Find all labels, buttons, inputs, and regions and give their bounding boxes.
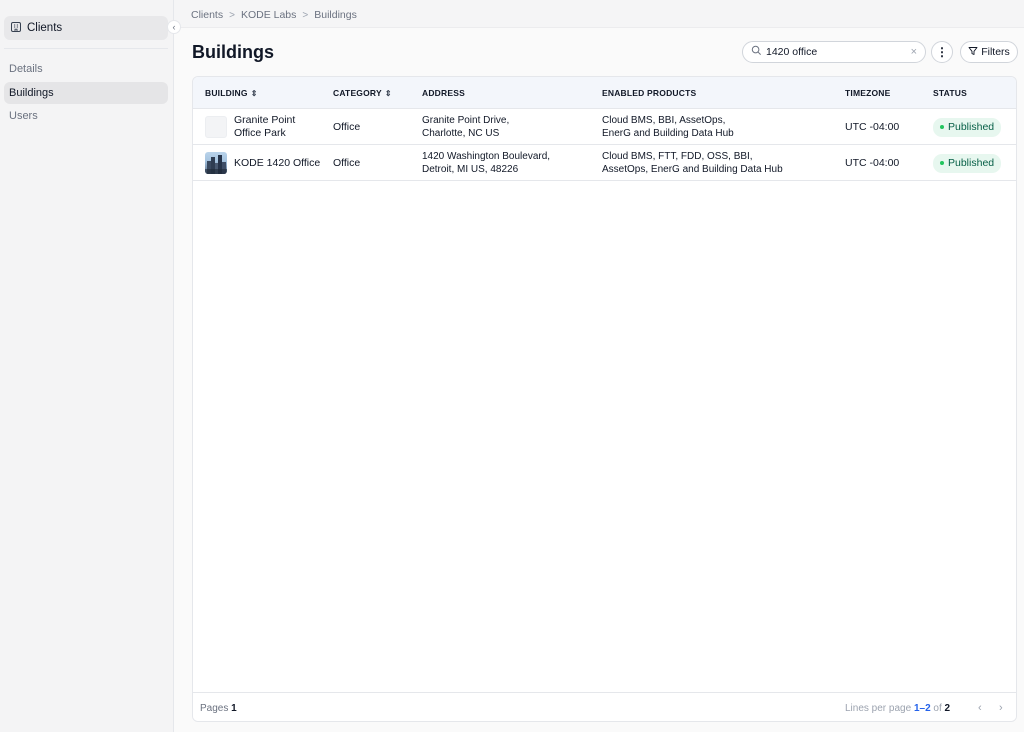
page-title: Buildings <box>192 42 274 62</box>
lines-per-page: Lines per page 1–2 of 2 <box>845 703 950 714</box>
column-header-building[interactable]: BUILDING ⇕ <box>205 77 258 109</box>
next-page-button[interactable]: › <box>999 702 1003 714</box>
column-header-label: ADDRESS <box>422 88 465 98</box>
sort-icon: ⇕ <box>384 88 392 98</box>
address-cell: Granite Point Drive, Charlotte, NC US <box>422 109 509 145</box>
range-of-label: of <box>933 703 942 714</box>
status-cell: Published <box>933 145 1002 181</box>
building-name: KODE 1420 Office <box>234 157 320 170</box>
building-thumbnail <box>205 116 227 138</box>
products-line: Cloud BMS, BBI, AssetOps, <box>602 115 726 126</box>
column-header-label: STATUS <box>933 88 967 98</box>
sidebar-item-label: Details <box>9 63 43 75</box>
column-header-enabled-products: ENABLED PRODUCTS <box>602 77 696 109</box>
building-name-line: Granite Point <box>234 114 296 126</box>
filters-label: Filters <box>981 46 1010 58</box>
pages-label: Pages <box>200 703 229 714</box>
range-value[interactable]: 1–2 <box>914 703 931 714</box>
sidebar-item-label: Users <box>9 110 38 122</box>
timezone-cell: UTC -04:00 <box>845 156 900 169</box>
clear-search-icon[interactable]: × <box>911 46 917 58</box>
products-cell: Cloud BMS, FTT, FDD, OSS, BBI, AssetOps,… <box>602 145 783 181</box>
category-cell: Office <box>333 156 361 169</box>
pages-indicator: Pages 1 <box>200 703 237 714</box>
filter-icon <box>968 46 978 59</box>
products-line: AssetOps, EnerG and Building Data Hub <box>602 164 783 175</box>
column-header-category[interactable]: CATEGORY ⇕ <box>333 77 392 109</box>
timezone-cell: UTC -04:00 <box>845 120 900 133</box>
more-options-button[interactable]: ⋮ <box>931 41 953 63</box>
sidebar: Clients ‹ Details Buildings Users <box>0 0 181 732</box>
column-header-label: CATEGORY <box>333 88 382 98</box>
building-cell: Granite Point Office Park <box>205 109 295 145</box>
buildings-table: BUILDING ⇕ CATEGORY ⇕ ADDRESS ENABLED PR… <box>192 76 1017 722</box>
search-box[interactable]: × <box>742 41 926 63</box>
breadcrumb-kode-labs[interactable]: KODE Labs <box>241 9 296 21</box>
table-row[interactable]: Granite Point Office Park Office Granite… <box>193 109 1016 145</box>
column-header-timezone: TIMEZONE <box>845 77 891 109</box>
filters-button[interactable]: Filters <box>960 41 1018 63</box>
products-line: EnerG and Building Data Hub <box>602 128 734 139</box>
table-footer: Pages 1 Lines per page 1–2 of 2 ‹ › <box>193 692 1016 721</box>
building-cell: KODE 1420 Office <box>205 145 320 181</box>
status-label: Published <box>948 120 995 133</box>
main-content: Clients > KODE Labs > Buildings Building… <box>174 0 1024 732</box>
top-bar: Clients > KODE Labs > Buildings <box>174 0 1024 28</box>
column-header-address: ADDRESS <box>422 77 465 109</box>
address-cell: 1420 Washington Boulevard, Detroit, MI U… <box>422 145 550 181</box>
breadcrumb-buildings: Buildings <box>314 9 357 21</box>
products-cell: Cloud BMS, BBI, AssetOps, EnerG and Buil… <box>602 109 734 145</box>
sidebar-item-users[interactable]: Users <box>4 105 168 127</box>
clients-selector[interactable]: Clients <box>4 16 168 40</box>
building-name: Granite Point Office Park <box>234 114 295 140</box>
status-badge: Published <box>933 153 1002 173</box>
category-cell: Office <box>333 120 361 133</box>
breadcrumb: Clients > KODE Labs > Buildings <box>191 9 357 21</box>
lines-per-page-label: Lines per page <box>845 703 912 714</box>
status-badge: Published <box>933 117 1002 137</box>
sort-icon: ⇕ <box>250 88 258 98</box>
address-line: Charlotte, NC US <box>422 128 500 139</box>
address-line: Detroit, MI US, 48226 <box>422 164 519 175</box>
sidebar-item-buildings[interactable]: Buildings <box>4 82 168 104</box>
building-thumbnail <box>205 152 227 174</box>
search-icon <box>751 45 762 59</box>
sidebar-item-label: Buildings <box>9 87 54 99</box>
building-name-line: KODE 1420 Office <box>234 156 321 169</box>
products-line: Cloud BMS, FTT, FDD, OSS, BBI, <box>602 151 753 162</box>
status-dot-icon <box>940 161 944 165</box>
sidebar-divider <box>4 48 168 49</box>
table-header: BUILDING ⇕ CATEGORY ⇕ ADDRESS ENABLED PR… <box>193 77 1016 109</box>
status-cell: Published <box>933 109 1002 145</box>
previous-page-button[interactable]: ‹ <box>978 702 982 714</box>
status-dot-icon <box>940 125 944 129</box>
column-header-label: BUILDING <box>205 88 248 98</box>
column-header-label: ENABLED PRODUCTS <box>602 88 697 98</box>
collapse-sidebar-button[interactable]: ‹ <box>167 20 181 34</box>
breadcrumb-clients[interactable]: Clients <box>191 9 223 21</box>
column-header-label: TIMEZONE <box>845 88 891 98</box>
address-line: 1420 Washington Boulevard, <box>422 151 551 162</box>
breadcrumb-separator: > <box>229 9 235 21</box>
column-header-status: STATUS <box>933 77 967 109</box>
search-input[interactable] <box>766 46 906 58</box>
building-icon <box>10 21 22 36</box>
city-skyline-icon <box>205 155 227 174</box>
clients-label: Clients <box>27 22 63 34</box>
address-line: Granite Point Drive, <box>422 115 510 126</box>
total-count: 2 <box>944 703 951 714</box>
pages-value: 1 <box>231 703 237 714</box>
status-label: Published <box>948 156 995 169</box>
table-row[interactable]: KODE 1420 Office Office 1420 Washington … <box>193 145 1016 181</box>
building-name-line: Office Park <box>234 127 286 139</box>
breadcrumb-separator: > <box>302 9 309 21</box>
sidebar-item-details[interactable]: Details <box>4 58 168 80</box>
